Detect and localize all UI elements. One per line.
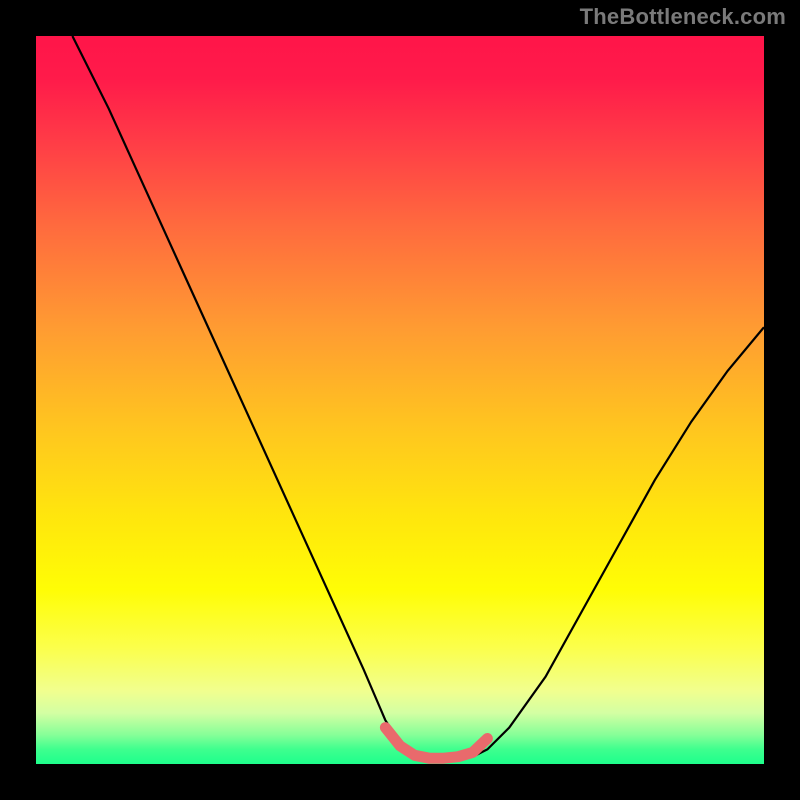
watermark-label: TheBottleneck.com (580, 4, 786, 30)
chart-frame: TheBottleneck.com (0, 0, 800, 800)
plot-area (36, 36, 764, 764)
curve-path (72, 36, 764, 760)
valley-highlight (385, 728, 487, 759)
bottleneck-curve (36, 36, 764, 764)
